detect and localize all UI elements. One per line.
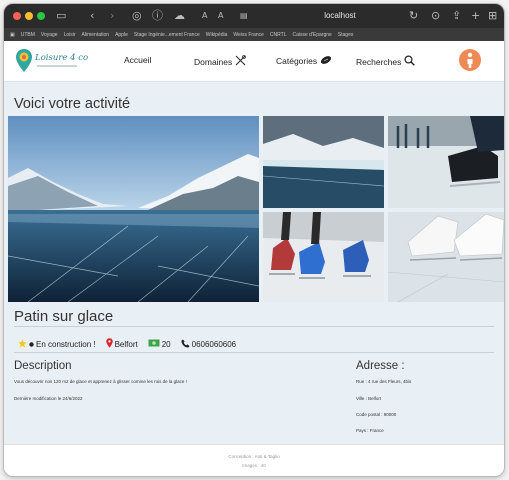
back-icon[interactable]: ‹ (90, 9, 94, 23)
address-city: Ville : Belfort (356, 396, 382, 401)
logo-tagline (37, 65, 77, 67)
sidebar-icon[interactable]: ▭ (56, 9, 66, 23)
phone-text[interactable]: 0606060606 (192, 340, 237, 349)
tabs-overview-icon[interactable]: ⊞ (488, 9, 497, 23)
title-divider (14, 326, 494, 327)
last-modified-text: Dernière modification le 24/6/2022 (14, 396, 83, 401)
close-window-button[interactable] (13, 12, 21, 20)
share-icon[interactable]: ⇪ (452, 9, 461, 23)
bookmark-item[interactable]: Voyage (41, 32, 58, 38)
nav-recherches[interactable]: Recherches (356, 55, 416, 68)
status-info: En construction ! (18, 338, 96, 350)
dot-icon (29, 340, 34, 349)
address-bar[interactable]: localhost (290, 9, 390, 23)
maximize-window-button[interactable] (37, 12, 45, 20)
new-tab-icon[interactable]: + (471, 9, 480, 23)
bookmark-item[interactable]: Stage Ingénie...ement France (134, 32, 200, 38)
price-text: 20 (161, 339, 171, 349)
bookmark-item[interactable]: Loisir (64, 32, 76, 38)
cloud-icon[interactable]: ☁ (174, 9, 185, 23)
nav-item-label: Domaines (194, 56, 233, 67)
font-small-icon[interactable]: A (202, 9, 207, 23)
nav-item-label: Accueil (124, 55, 152, 65)
page-title: Voici votre activité (14, 96, 131, 112)
money-icon (148, 339, 160, 349)
nav-item-label: Catégories (276, 56, 318, 66)
gallery-photo-white-skates[interactable] (388, 212, 504, 302)
bookmark-item[interactable]: Apple (115, 32, 128, 38)
bookmark-item[interactable]: Stages (338, 32, 354, 38)
info-divider (14, 352, 494, 353)
browser-window: ▭ ‹ › ◎ ⓘ ☁ A A ▤ localhost ↻ ⊙ ⇪ + ⊞ ▣ … (4, 4, 504, 476)
description-text: Vous découvrir nos 120 m2 de glace et ap… (14, 379, 187, 384)
rugby-ball-icon (320, 55, 332, 67)
price-info: 20 (148, 339, 171, 349)
phone-info: 0606060606 (181, 338, 237, 350)
bookmark-item[interactable]: CNRTL (270, 32, 287, 38)
footer-credits: Conception : Anti & Taglio (228, 454, 280, 459)
tools-icon (235, 55, 247, 68)
user-avatar[interactable] (459, 49, 481, 71)
reload-icon[interactable]: ↻ (409, 9, 418, 23)
status-text: En construction ! (36, 339, 96, 349)
gallery-photo-mountain-lake[interactable] (263, 116, 384, 208)
city-text: Belfort (114, 339, 138, 349)
activity-info-row: En construction ! Belfort 20 0606060606 (18, 338, 236, 350)
address-postal: Code postal : 90000 (356, 412, 397, 417)
photo-gallery (8, 116, 504, 302)
bookmarks-icon[interactable]: ▣ (10, 32, 15, 38)
bookmark-item[interactable]: Alimentation (82, 32, 110, 38)
site-logo[interactable]: Loisure 4 co (13, 46, 89, 76)
phone-icon (181, 338, 190, 350)
info-icon[interactable]: ⓘ (152, 9, 163, 23)
gallery-photo-hockey-skates[interactable] (388, 116, 504, 208)
nav-accueil[interactable]: Accueil (124, 55, 151, 65)
search-icon (404, 55, 416, 68)
bookmark-item[interactable]: UTBM (21, 32, 35, 38)
font-large-icon[interactable]: A (218, 9, 223, 23)
city-info: Belfort (105, 338, 138, 350)
bookmark-item[interactable]: Caisse d'Epargne (292, 32, 331, 38)
nav-domaines[interactable]: Domaines (194, 55, 247, 68)
bookmark-item[interactable]: Weiss France (233, 32, 263, 38)
address-country: Pays : France (356, 428, 384, 433)
forward-icon[interactable]: › (110, 9, 114, 23)
nav-item-label: Recherches (356, 56, 402, 67)
bookmark-item[interactable]: Wikipédia (206, 32, 228, 38)
nav-categories[interactable]: Catégories (276, 55, 332, 67)
gallery-photo-figure-skates[interactable] (263, 212, 384, 302)
footer-images: Images : 40 (242, 463, 266, 468)
description-heading: Description (14, 360, 72, 372)
location-pin-icon (105, 338, 113, 350)
star-icon (18, 338, 27, 350)
minimize-window-button[interactable] (25, 12, 33, 20)
download-icon[interactable]: ⊙ (431, 9, 440, 23)
activity-title: Patin sur glace (14, 308, 114, 325)
address-heading: Adresse : (356, 360, 405, 372)
reader-icon[interactable]: ▤ (240, 9, 248, 23)
logo-text: Loisure 4 co (35, 53, 89, 63)
gallery-photo-frozen-lake[interactable] (8, 116, 259, 302)
site-footer: Conception : Anti & Taglio Images : 40 (4, 444, 504, 476)
browser-titlebar: ▭ ‹ › ◎ ⓘ ☁ A A ▤ localhost ↻ ⊙ ⇪ + ⊞ (4, 4, 504, 28)
site-navbar: Loisure 4 co Accueil Domaines Catégories… (4, 41, 504, 82)
address-street: Rue : 4 rue des Fleurs, 4bis (356, 379, 412, 384)
extension-icon[interactable]: ◎ (132, 9, 142, 23)
bookmarks-bar: ▣ UTBM Voyage Loisir Alimentation Apple … (4, 28, 504, 41)
user-icon (467, 52, 473, 68)
